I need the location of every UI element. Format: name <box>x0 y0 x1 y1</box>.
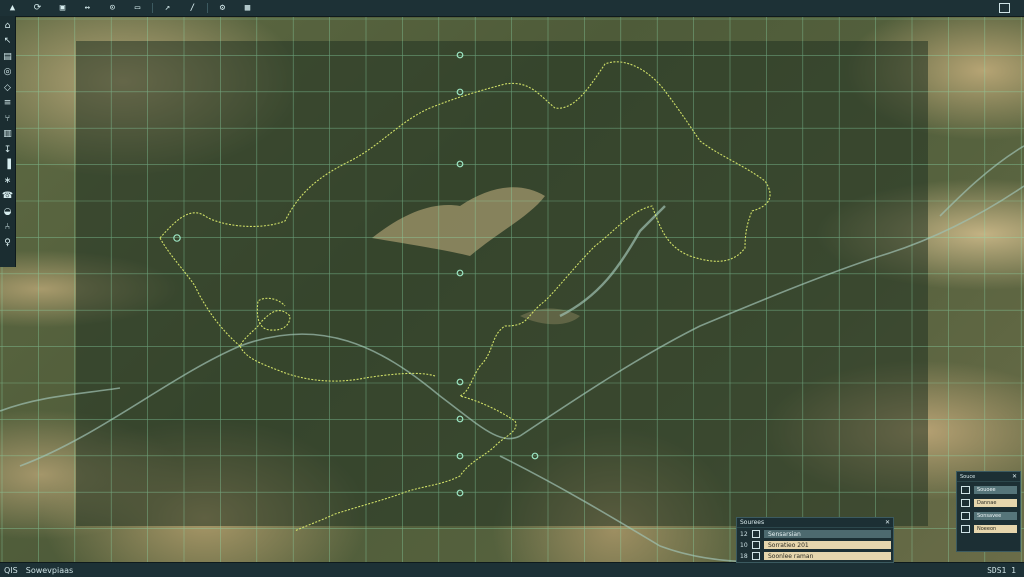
source-item[interactable]: Souoee <box>957 484 1020 495</box>
node-icon[interactable]: ∗ <box>1 173 14 189</box>
source-item-label: Noeeon <box>974 524 1017 533</box>
source-row-number: 10 <box>740 541 748 549</box>
source-row-label: Sorratieo 201 <box>764 541 891 549</box>
status-text: Sowevpiaas <box>25 565 74 575</box>
locate-icon[interactable]: ⊙ <box>106 2 119 14</box>
layer-thumbnail-icon <box>961 498 970 507</box>
fork-icon[interactable]: ⑃ <box>1 220 14 236</box>
layer-thumbnail-icon <box>961 511 970 520</box>
source-row-number: 18 <box>740 552 748 560</box>
layers-icon[interactable]: ▣ <box>56 2 69 14</box>
screen-icon[interactable]: ▭ <box>131 2 144 14</box>
source-item[interactable]: Dannae <box>957 497 1020 508</box>
close-icon[interactable]: ✕ <box>885 519 890 526</box>
window-restore-icon[interactable] <box>999 3 1010 13</box>
target-icon[interactable]: ◎ <box>1 65 14 81</box>
toolbar-separator <box>207 3 208 13</box>
layer-thumbnail-icon <box>961 485 970 494</box>
select-icon[interactable]: ↖ <box>1 34 14 50</box>
source-panel-header: Souce ✕ <box>957 472 1020 482</box>
export-icon[interactable]: ↗ <box>161 2 174 14</box>
coordinate-readout: SDS1 1 <box>987 565 1016 575</box>
source-item-label: Sonsavee <box>974 511 1017 520</box>
source-list: Souoee Dannae Sonsavee Noeeon <box>957 484 1020 534</box>
source-row-label: Soonlee raman <box>764 552 891 560</box>
top-toolbar: ▲ ⟳ ▣ ↔ ⊙ ▭ ↗ ∕ ⚙ ▦ <box>0 0 1024 17</box>
toolbar-separator <box>152 3 153 13</box>
source-item-label: Dannae <box>974 498 1017 507</box>
chart-icon[interactable]: ▐ <box>1 158 14 174</box>
refresh-icon[interactable]: ⟳ <box>31 2 44 14</box>
map-overlay <box>0 16 1024 562</box>
person-icon[interactable]: ♀ <box>1 235 14 251</box>
source-row[interactable]: 12 Sensarsian <box>737 529 893 539</box>
sources-panel-header: Sourees ✕ <box>737 518 893 528</box>
source-item[interactable]: Noeeon <box>957 523 1020 534</box>
map-canvas[interactable] <box>0 16 1024 562</box>
status-bar: QIS Sowevpiaas SDS1 1 <box>0 562 1024 577</box>
pan-icon[interactable]: ▲ <box>6 2 19 14</box>
source-panel: Souce ✕ Souoee Dannae Sonsavee Noeeon <box>956 471 1021 552</box>
sources-list: 12 Sensarsian 10 Sorratieo 201 18 Soonlee ram… <box>737 529 893 561</box>
phone-icon[interactable]: ☎ <box>1 189 14 205</box>
source-panel-title: Souce <box>960 473 976 480</box>
sources-panel-title: Sourees <box>740 519 765 526</box>
layer-checkbox[interactable] <box>752 552 760 560</box>
gauge-icon[interactable]: ◒ <box>1 204 14 220</box>
list-icon[interactable]: ≡ <box>1 96 14 112</box>
source-row-label: Sensarsian <box>764 530 891 538</box>
extent-overlay <box>76 41 928 526</box>
grid-icon[interactable]: ▦ <box>241 2 254 14</box>
source-item[interactable]: Sonsavee <box>957 510 1020 521</box>
layer-thumbnail-icon <box>961 524 970 533</box>
diamond-icon[interactable]: ◇ <box>1 80 14 96</box>
source-row[interactable]: 10 Sorratieo 201 <box>737 540 893 550</box>
toolbar-buttons: ▲ ⟳ ▣ ↔ ⊙ ▭ ↗ ∕ ⚙ ▦ <box>0 2 260 14</box>
close-icon[interactable]: ✕ <box>1012 473 1017 480</box>
source-row[interactable]: 18 Soonlee raman <box>737 551 893 561</box>
crs-label[interactable]: QIS <box>4 566 18 575</box>
building-icon[interactable]: ▥ <box>1 127 14 143</box>
settings-icon[interactable]: ⚙ <box>216 2 229 14</box>
plug-icon[interactable]: ↧ <box>1 142 14 158</box>
sources-panel: Sourees ✕ 12 Sensarsian 10 Sorratieo 201 18 S… <box>736 517 894 563</box>
left-tool-bar: ⌂ ↖ ▤ ◎ ◇ ≡ ⑂ ▥ ↧ ▐ ∗ ☎ ◒ ⑃ ♀ <box>0 16 16 267</box>
layer-checkbox[interactable] <box>752 541 760 549</box>
layer-checkbox[interactable] <box>752 530 760 538</box>
measure-icon[interactable]: ↔ <box>81 2 94 14</box>
route-icon[interactable]: ⑂ <box>1 111 14 127</box>
home-icon[interactable]: ⌂ <box>1 18 14 34</box>
table-icon[interactable]: ▤ <box>1 49 14 65</box>
source-row-number: 12 <box>740 530 748 538</box>
source-item-label: Souoee <box>974 485 1017 494</box>
draw-icon[interactable]: ∕ <box>186 2 199 14</box>
